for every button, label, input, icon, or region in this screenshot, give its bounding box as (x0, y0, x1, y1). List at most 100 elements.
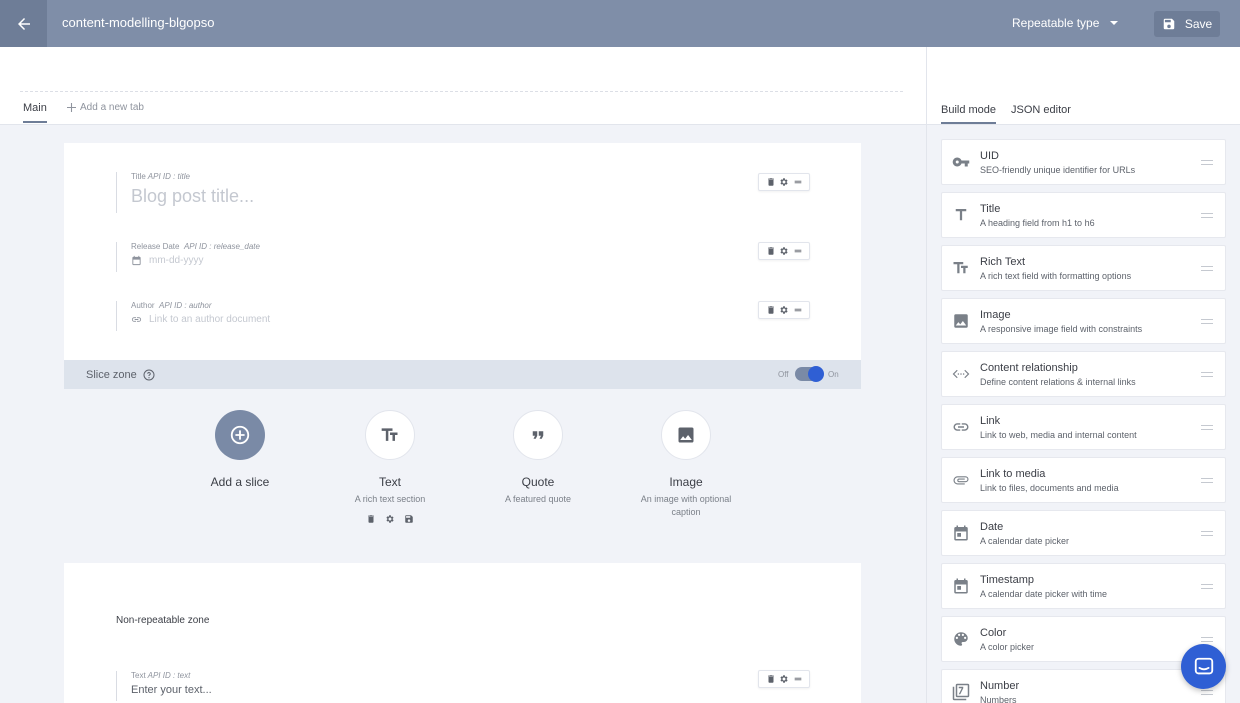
drag-handle-icon[interactable] (1201, 213, 1213, 218)
gear-icon[interactable] (779, 674, 789, 684)
document-title: content-modelling-blgopso (62, 15, 215, 30)
calendar-clock-icon (954, 578, 968, 594)
drag-handle-icon[interactable] (1201, 478, 1213, 483)
type-dropdown-label: Repeatable type (1012, 16, 1100, 30)
rich-text-icon (381, 428, 398, 441)
number-icon (952, 683, 970, 701)
type-dropdown[interactable]: Repeatable type (1012, 16, 1119, 30)
trash-icon[interactable] (766, 246, 776, 256)
sidebar-item-content-relationship[interactable]: Content relationship Define content rela… (941, 351, 1226, 397)
trash-icon[interactable] (766, 177, 776, 187)
plus-icon (67, 103, 76, 112)
text-placeholder[interactable]: Enter your text... (131, 684, 212, 696)
image-icon (678, 427, 694, 443)
drag-handle-icon[interactable] (1201, 160, 1213, 165)
trash-icon[interactable] (766, 674, 776, 684)
drag-handle-icon[interactable] (1201, 584, 1213, 589)
quote-icon (532, 431, 544, 439)
gear-icon[interactable] (385, 514, 395, 524)
field-name: Text (131, 671, 146, 680)
drag-handle-icon[interactable] (1201, 690, 1213, 695)
trash-icon[interactable] (366, 514, 376, 524)
field-item-name: Link (980, 415, 1001, 427)
field-item-desc: SEO-friendly unique identifier for URLs (980, 165, 1136, 175)
slice-quote-button[interactable] (513, 410, 563, 460)
divider (20, 91, 903, 92)
back-button[interactable] (0, 0, 47, 47)
field-api-id: API ID : text (147, 671, 191, 680)
slice-desc: A rich text section (354, 494, 426, 504)
author-placeholder[interactable]: Link to an author document (149, 314, 270, 325)
chat-launcher-button[interactable] (1181, 644, 1226, 689)
tab-main[interactable]: Main (23, 102, 47, 123)
floppy-disk-icon (1163, 18, 1175, 30)
sidebar-item-link-to-media[interactable]: Link to media Link to files, documents a… (941, 457, 1226, 503)
slice-name: Add a slice (210, 475, 270, 489)
drag-handle-icon[interactable] (1201, 637, 1213, 642)
sidebar-item-timestamp[interactable]: Timestamp A calendar date picker with ti… (941, 563, 1226, 609)
field-item-desc: A color picker (980, 642, 1035, 652)
top-header: content-modelling-blgopso Repeatable typ… (0, 0, 1240, 47)
slice-zone-bar: Slice zone Off On (64, 360, 861, 389)
date-placeholder[interactable]: mm-dd-yyyy (149, 255, 203, 266)
slice-desc: A featured quote (504, 494, 572, 504)
floppy-disk-icon[interactable] (404, 514, 414, 524)
tab-json-editor[interactable]: JSON editor (1011, 104, 1071, 122)
slice-zone-toggle[interactable] (795, 366, 824, 382)
field-sidebar: Build mode JSON editor UID SEO-friendly … (926, 47, 1240, 703)
title-placeholder[interactable]: Blog post title... (131, 186, 254, 207)
sidebar-item-rich-text[interactable]: Rich Text A rich text field with formatt… (941, 245, 1226, 291)
slice-text-button[interactable] (365, 410, 415, 460)
author-field[interactable]: Author API ID : author Link to an author… (116, 301, 270, 331)
drag-handle-icon[interactable] (1201, 531, 1213, 536)
tab-build-mode[interactable]: Build mode (941, 104, 997, 124)
image-icon (954, 314, 968, 328)
drag-handle-icon[interactable] (793, 305, 803, 315)
field-item-name: Timestamp (980, 574, 1034, 586)
calendar-icon (954, 525, 968, 541)
gear-icon[interactable] (779, 305, 789, 315)
field-controls (758, 301, 810, 319)
drag-handle-icon[interactable] (1201, 372, 1213, 377)
release-date-field[interactable]: Release Date API ID : release_date mm-dd… (116, 242, 260, 272)
sidebar-item-link[interactable]: Link Link to web, media and internal con… (941, 404, 1226, 450)
drag-handle-icon[interactable] (793, 674, 803, 684)
add-slice-button[interactable] (215, 410, 265, 460)
toggle-knob (808, 366, 824, 382)
slice-actions (320, 514, 460, 524)
slice-zone-label: Slice zone (86, 369, 137, 381)
slice-name: Quote (521, 475, 555, 489)
title-field[interactable]: Title API ID : title Blog post title... (116, 172, 254, 213)
drag-handle-icon[interactable] (1201, 266, 1213, 271)
field-item-name: Title (980, 203, 1001, 215)
sidebar-item-date[interactable]: Date A calendar date picker (941, 510, 1226, 556)
palette-icon (954, 632, 968, 646)
field-item-desc: Link to web, media and internal content (980, 430, 1137, 440)
slice-image: Image An image with optional caption (616, 410, 756, 519)
drag-handle-icon[interactable] (1201, 425, 1213, 430)
field-item-desc: Numbers (980, 695, 1017, 703)
add-tab-button[interactable]: Add a new tab (67, 102, 144, 113)
drag-handle-icon[interactable] (793, 177, 803, 187)
plus-circle-icon (230, 425, 250, 445)
slice-image-button[interactable] (661, 410, 711, 460)
field-item-desc: Define content relations & internal link… (980, 377, 1136, 387)
field-controls (758, 173, 810, 191)
gear-icon[interactable] (779, 177, 789, 187)
field-item-name: Link to media (980, 468, 1046, 480)
text-field[interactable]: Text API ID : text Enter your text... (116, 671, 212, 701)
save-button[interactable]: Save (1154, 11, 1220, 37)
field-name: Title (131, 172, 146, 181)
field-item-desc: Link to files, documents and media (980, 483, 1119, 493)
field-item-desc: A responsive image field with constraint… (980, 324, 1143, 334)
trash-icon[interactable] (766, 305, 776, 315)
non-repeatable-label: Non-repeatable zone (116, 615, 210, 626)
sidebar-item-title[interactable]: Title A heading field from h1 to h6 (941, 192, 1226, 238)
link-icon (953, 423, 969, 431)
sidebar-item-image[interactable]: Image A responsive image field with cons… (941, 298, 1226, 344)
gear-icon[interactable] (779, 246, 789, 256)
drag-handle-icon[interactable] (793, 246, 803, 256)
sidebar-item-uid[interactable]: UID SEO-friendly unique identifier for U… (941, 139, 1226, 185)
help-circle-icon[interactable] (143, 369, 155, 381)
drag-handle-icon[interactable] (1201, 319, 1213, 324)
